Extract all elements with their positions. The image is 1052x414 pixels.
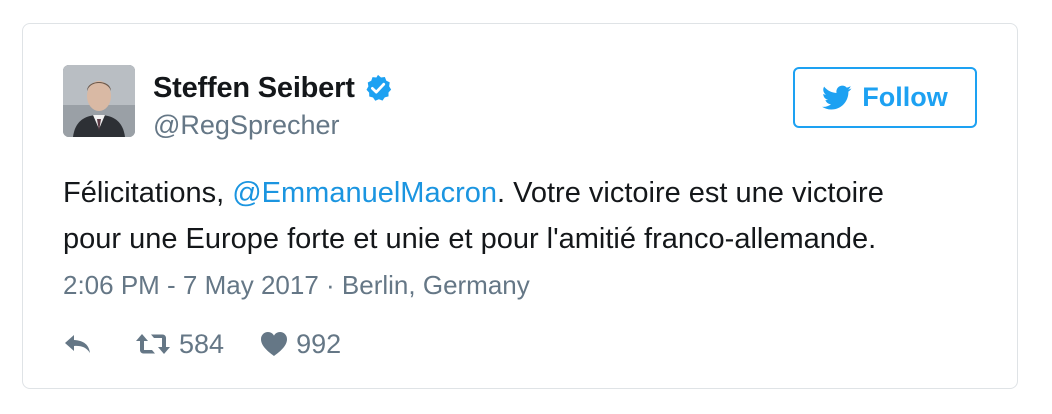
display-name[interactable]: Steffen Seibert [153,72,355,105]
reply-button[interactable] [63,332,93,356]
tweet-timestamp[interactable]: 2:06 PM - 7 May 2017 [63,270,319,300]
avatar[interactable] [63,65,135,137]
meta-separator: · [318,270,342,300]
mention-link[interactable]: @EmmanuelMacron [232,177,497,209]
twitter-bird-icon [822,85,852,111]
tweet-text-line-1: Félicitations, @EmmanuelMacron. Votre vi… [63,170,993,216]
tweet-text-segment: Félicitations, [63,177,233,209]
tweet-card: Steffen Seibert @RegSprecher Follow Féli… [22,23,1018,389]
tweet-text: Félicitations, @EmmanuelMacron. Votre vi… [63,170,993,262]
tweet-text-line-2: pour une Europe forte et unie et pour l'… [63,223,877,255]
retweet-button[interactable]: 584 [135,329,224,360]
retweet-icon [135,331,171,357]
follow-button[interactable]: Follow [793,67,977,128]
like-button[interactable]: 992 [260,329,341,360]
tweet-meta: 2:06 PM - 7 May 2017 · Berlin, Germany [63,270,530,301]
follow-button-label: Follow [862,82,948,112]
author-handle[interactable]: @RegSprecher [153,110,340,141]
like-count: 992 [296,328,342,359]
verified-badge-icon [363,73,393,103]
heart-icon [260,331,288,357]
avatar-image [63,65,135,137]
retweet-count: 584 [179,328,225,359]
author-name-row: Steffen Seibert [153,68,393,108]
reply-arrow-icon [63,332,93,356]
tweet-text-segment: . Votre victoire est une victoire [497,177,884,209]
tweet-location[interactable]: Berlin, Germany [342,270,530,300]
tweet-actions: 584 992 [63,326,341,362]
